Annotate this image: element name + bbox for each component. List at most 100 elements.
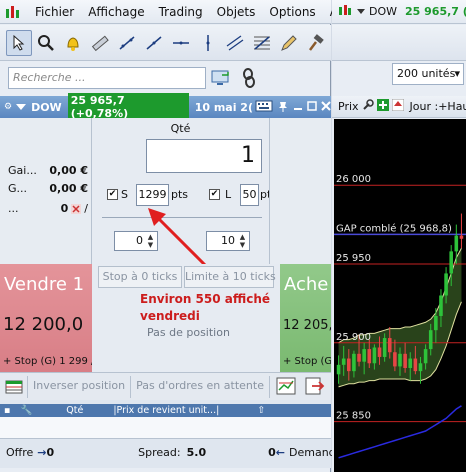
price-tab[interactable]: Prix	[338, 100, 359, 113]
screen-icon[interactable]	[210, 67, 232, 89]
sell-stop-info: + Stop (G) 1 299 /	[3, 356, 92, 367]
candle-body	[347, 358, 351, 372]
stepper-arrows-icon[interactable]: ▲ ▼	[237, 233, 248, 249]
stop-ticks-button[interactable]: Stop à 0 ticks	[98, 266, 182, 288]
export-icon[interactable]	[304, 376, 328, 398]
up-arrow-icon[interactable]	[391, 98, 405, 114]
chevron-down-icon[interactable]: ▾	[454, 64, 460, 84]
candle-body	[341, 358, 346, 365]
order-options: Stop à 0 ticks Limite à 10 ticks Environ…	[92, 264, 280, 372]
close-icon[interactable]	[321, 100, 331, 114]
search-input[interactable]: Recherche ...	[8, 67, 206, 89]
units-select[interactable]: 200 unités ▾	[392, 63, 464, 85]
candle-body	[377, 347, 382, 357]
symbol-menu-icon[interactable]	[356, 5, 366, 18]
order-panel-header: ⚙ DOW 25 965,7 (+0,78%) 10 mai 2(	[0, 93, 331, 121]
candle-body	[393, 352, 397, 367]
maximize-icon[interactable]	[307, 100, 317, 114]
candle-body	[439, 295, 443, 316]
candle-body	[459, 235, 464, 239]
buy-label: Ache	[284, 274, 329, 295]
sell-label: Vendre 1	[4, 274, 85, 295]
symbol-menu-icon[interactable]	[15, 101, 27, 114]
reverse-position-button[interactable]: Inverser position	[28, 375, 132, 398]
order-window: Fichier Affichage Trading Objets Options…	[0, 0, 356, 472]
menu-fichier[interactable]: Fichier	[28, 5, 81, 19]
settings-icon[interactable]: ⚙	[4, 102, 12, 112]
app-logo-icon	[338, 3, 352, 20]
menu-affichage[interactable]: Affichage	[81, 5, 151, 19]
stat-row: ... 0 /	[8, 202, 88, 215]
wrench-icon[interactable]	[362, 99, 374, 114]
sort-arrow-icon[interactable]: ⇧	[257, 405, 265, 416]
vertical-line-icon[interactable]	[195, 30, 221, 56]
trendline-icon[interactable]	[141, 30, 167, 56]
channel-icon[interactable]	[222, 30, 248, 56]
buy-price: 12 205,0	[283, 318, 331, 333]
limit-checkbox[interactable]: ✔	[209, 189, 220, 200]
chart-canvas[interactable]: 26 000 25 950 25 900 25 850 GAP comblé (25 9…	[334, 119, 466, 472]
menu-options[interactable]: Options	[262, 5, 322, 19]
candle-body	[428, 330, 433, 350]
column-header[interactable]: |Prix de revient unit...|	[113, 405, 219, 416]
demand-arrow-icon: ←	[275, 445, 285, 459]
fibonacci-icon[interactable]	[249, 30, 275, 56]
pending-orders-button[interactable]: Pas d'ordres en attente	[131, 375, 270, 398]
magnifier-icon[interactable]	[33, 30, 59, 56]
pencil-icon[interactable]	[276, 30, 302, 56]
annotation-text: vendredi	[140, 309, 200, 323]
buy-stop-info: + Stop (G	[283, 356, 331, 367]
menu-trading[interactable]: Trading	[152, 5, 210, 19]
buy-button[interactable]: Ache 12 205,0 + Stop (G	[280, 264, 331, 372]
chart-price: 25 965,7 (+	[405, 5, 466, 18]
stop-checkbox[interactable]: ✔	[107, 189, 118, 200]
alarm-bell-icon[interactable]	[60, 30, 86, 56]
offer-arrow-icon: →	[37, 445, 47, 459]
period-label: Jour :+Hau	[409, 100, 466, 113]
spread-value: 5.0	[186, 445, 207, 459]
price-tick-label: 25 850	[336, 411, 371, 422]
chart-title-bar: DOW 25 965,7 (+	[332, 0, 466, 24]
menu-objets[interactable]: Objets	[210, 5, 263, 19]
quantity-label: Qté	[170, 122, 191, 135]
cursor-icon[interactable]	[6, 29, 32, 56]
stat-row: Gai... 0,00 €	[8, 164, 88, 177]
keyboard-icon[interactable]	[255, 100, 273, 115]
pin-icon[interactable]	[277, 100, 289, 115]
price-chart[interactable]: 26 000 25 950 25 900 25 850 GAP comblé (25 9…	[334, 119, 466, 472]
cancel-icon[interactable]	[71, 203, 82, 214]
stat-label: G...	[8, 182, 28, 195]
app-logo-icon	[4, 3, 22, 21]
candle-body	[418, 363, 423, 372]
offer-label: Offre	[6, 445, 34, 459]
settings-icon[interactable]: ▪	[4, 405, 10, 416]
minimize-icon[interactable]	[293, 101, 303, 114]
column-header[interactable]: Qté	[66, 405, 83, 416]
stat-extra: /	[84, 202, 88, 215]
demand-value: 0	[268, 445, 276, 459]
quantity-section: Qté 1 ✔ S 1299 pts ✔ L 50 pt 0 ▲ ▼ 10 ▲ ▼	[92, 118, 271, 268]
candle-body	[413, 358, 418, 372]
search-row: Recherche ...	[0, 62, 331, 94]
positions-grid-icon[interactable]	[0, 375, 28, 398]
chart-trade-icon[interactable]	[276, 376, 300, 398]
ruler-icon[interactable]	[87, 30, 113, 56]
limit-input[interactable]: 50	[240, 184, 259, 206]
stat-value: 0	[60, 202, 69, 215]
hammer-icon[interactable]	[303, 30, 329, 56]
quantity-input[interactable]: 1	[146, 139, 262, 173]
units-select-value: 200 unités	[397, 67, 456, 80]
trendline-icon[interactable]	[114, 30, 140, 56]
add-indicator-icon[interactable]	[376, 99, 389, 114]
link-chain-icon[interactable]	[238, 67, 260, 89]
wrench-icon[interactable]: 🔧	[20, 405, 32, 416]
candle-body	[403, 353, 407, 368]
chart-toolbar	[332, 25, 466, 61]
limit-ticks-button[interactable]: Limite à 10 ticks	[184, 266, 276, 288]
chart-header: Prix Jour :+Hau	[332, 96, 466, 118]
candle-body	[408, 358, 413, 368]
limit-ticks-stepper[interactable]: 10 ▲ ▼	[206, 231, 250, 251]
sell-button[interactable]: Vendre 1 12 200,0 + Stop (G) 1 299 /	[0, 264, 92, 372]
stop-input[interactable]: 1299	[136, 184, 169, 206]
horizontal-line-icon[interactable]	[168, 30, 194, 56]
